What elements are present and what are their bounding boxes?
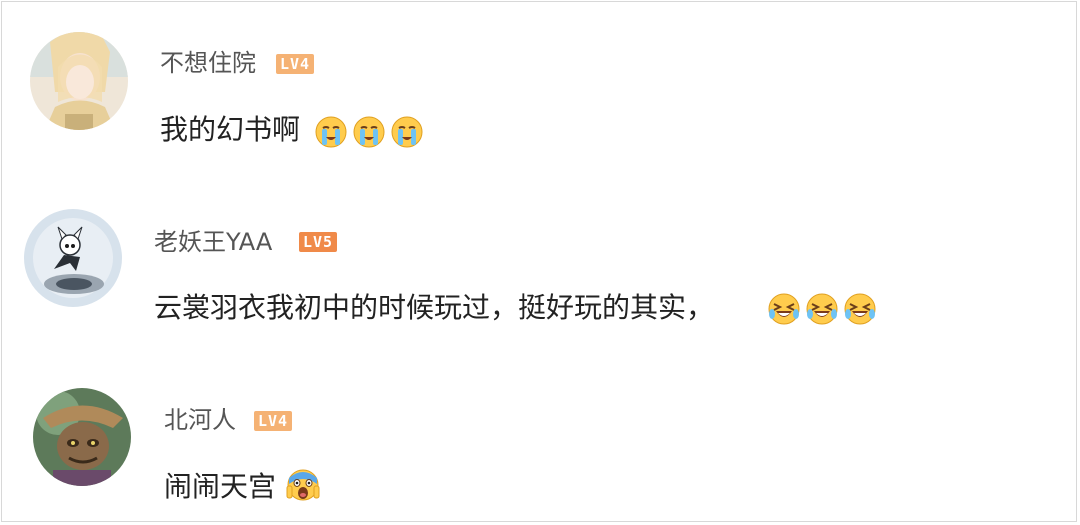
username[interactable]: 北河人 — [164, 405, 236, 435]
avatar[interactable] — [33, 388, 131, 486]
comment-list: 不想住院 LV4 我的幻书啊 老妖王YAA LV5 云裳羽衣我初中的时候玩过，挺… — [1, 1, 1077, 522]
comment-text: 闹闹天宫 — [164, 470, 277, 503]
emoji-group — [286, 468, 320, 502]
screaming-emoji-icon — [286, 469, 320, 501]
level-badge: LV4 — [254, 411, 293, 431]
comment-item: 北河人 LV4 闹闹天宫 — [2, 2, 1078, 522]
